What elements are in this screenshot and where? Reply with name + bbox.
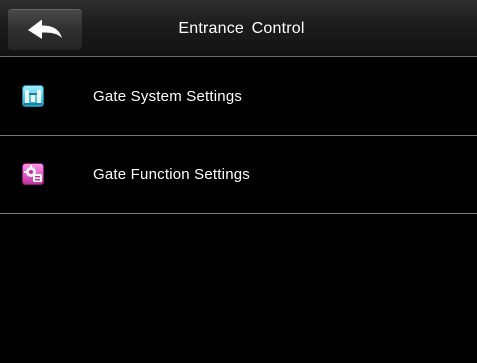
gate-system-icon [22,85,44,107]
gate-function-icon [22,163,44,185]
menu-item-label: Gate Function Settings [93,166,250,183]
page-title: Entrance Control [178,20,305,37]
menu-item-gate-function-settings[interactable]: Gate Function Settings [0,137,477,214]
menu-item-label: Gate System Settings [93,88,243,105]
screen: Entrance Control Gate System Settings Ga… [0,0,477,363]
menu-item-gate-system-settings[interactable]: Gate System Settings [0,59,477,136]
header-bar: Entrance Control [0,0,477,57]
